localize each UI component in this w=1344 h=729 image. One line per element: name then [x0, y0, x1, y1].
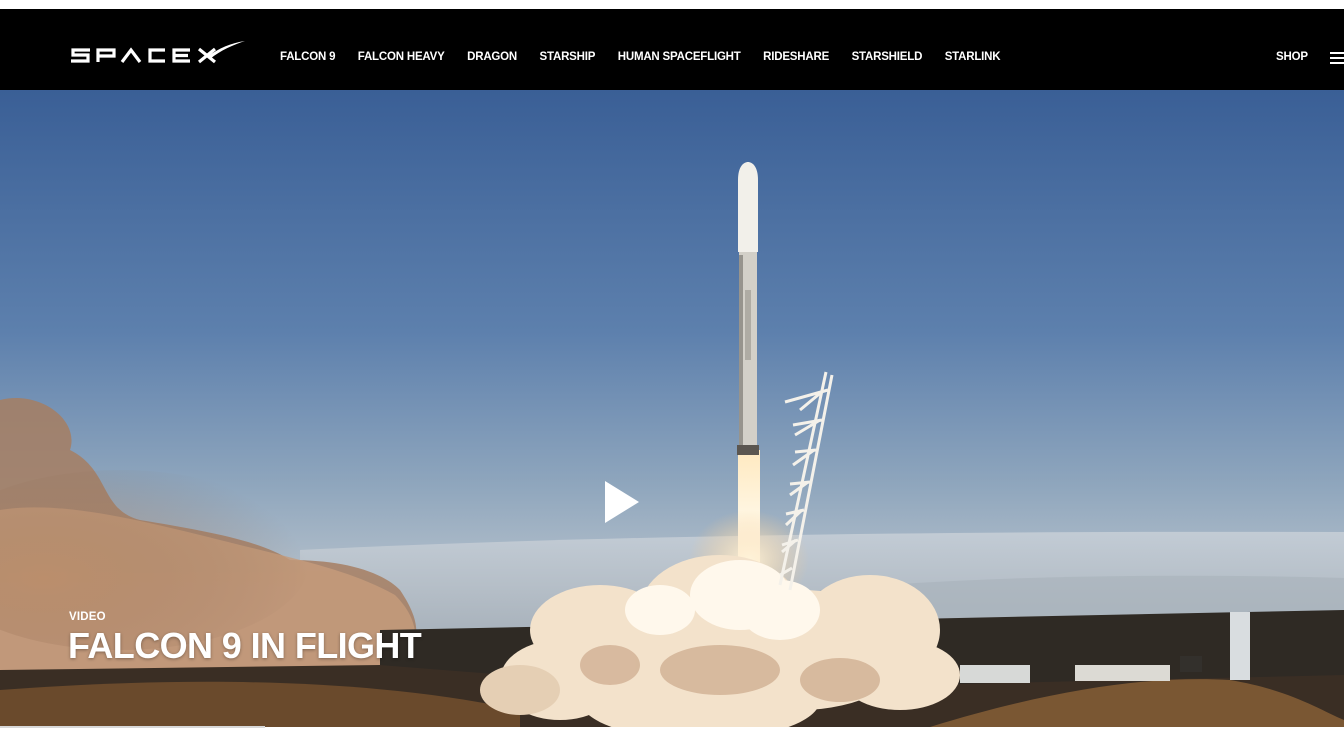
nav-item-dragon[interactable]: DRAGON	[467, 51, 517, 63]
spacex-logo[interactable]	[69, 39, 245, 74]
shop-link[interactable]: SHOP	[1276, 51, 1308, 63]
main-nav: FALCON 9 FALCON HEAVY DRAGON STARSHIP HU…	[280, 51, 1023, 63]
nav-item-starshield[interactable]: STARSHIELD	[852, 51, 923, 63]
spacex-wordmark-icon	[71, 41, 245, 64]
nav-item-falcon-9[interactable]: FALCON 9	[280, 51, 335, 63]
video-progress-indicator	[0, 726, 265, 728]
hero-video[interactable]: VIDEO FALCON 9 IN FLIGHT	[0, 90, 1344, 727]
hero-title: FALCON 9 IN FLIGHT	[68, 625, 422, 666]
top-navigation-bar: FALCON 9 FALCON HEAVY DRAGON STARSHIP HU…	[0, 9, 1344, 90]
play-icon[interactable]	[600, 479, 644, 525]
page: FALCON 9 FALCON HEAVY DRAGON STARSHIP HU…	[0, 0, 1344, 729]
nav-item-human-spaceflight[interactable]: HUMAN SPACEFLIGHT	[618, 51, 741, 63]
nav-item-starlink[interactable]: STARLINK	[945, 51, 1001, 63]
media-type-label: VIDEO	[69, 611, 106, 623]
hamburger-menu-icon[interactable]	[1330, 52, 1344, 64]
nav-item-rideshare[interactable]: RIDESHARE	[763, 51, 829, 63]
rocket-shape	[737, 162, 759, 455]
nav-item-falcon-heavy[interactable]: FALCON HEAVY	[358, 51, 445, 63]
nav-item-starship[interactable]: STARSHIP	[540, 51, 596, 63]
